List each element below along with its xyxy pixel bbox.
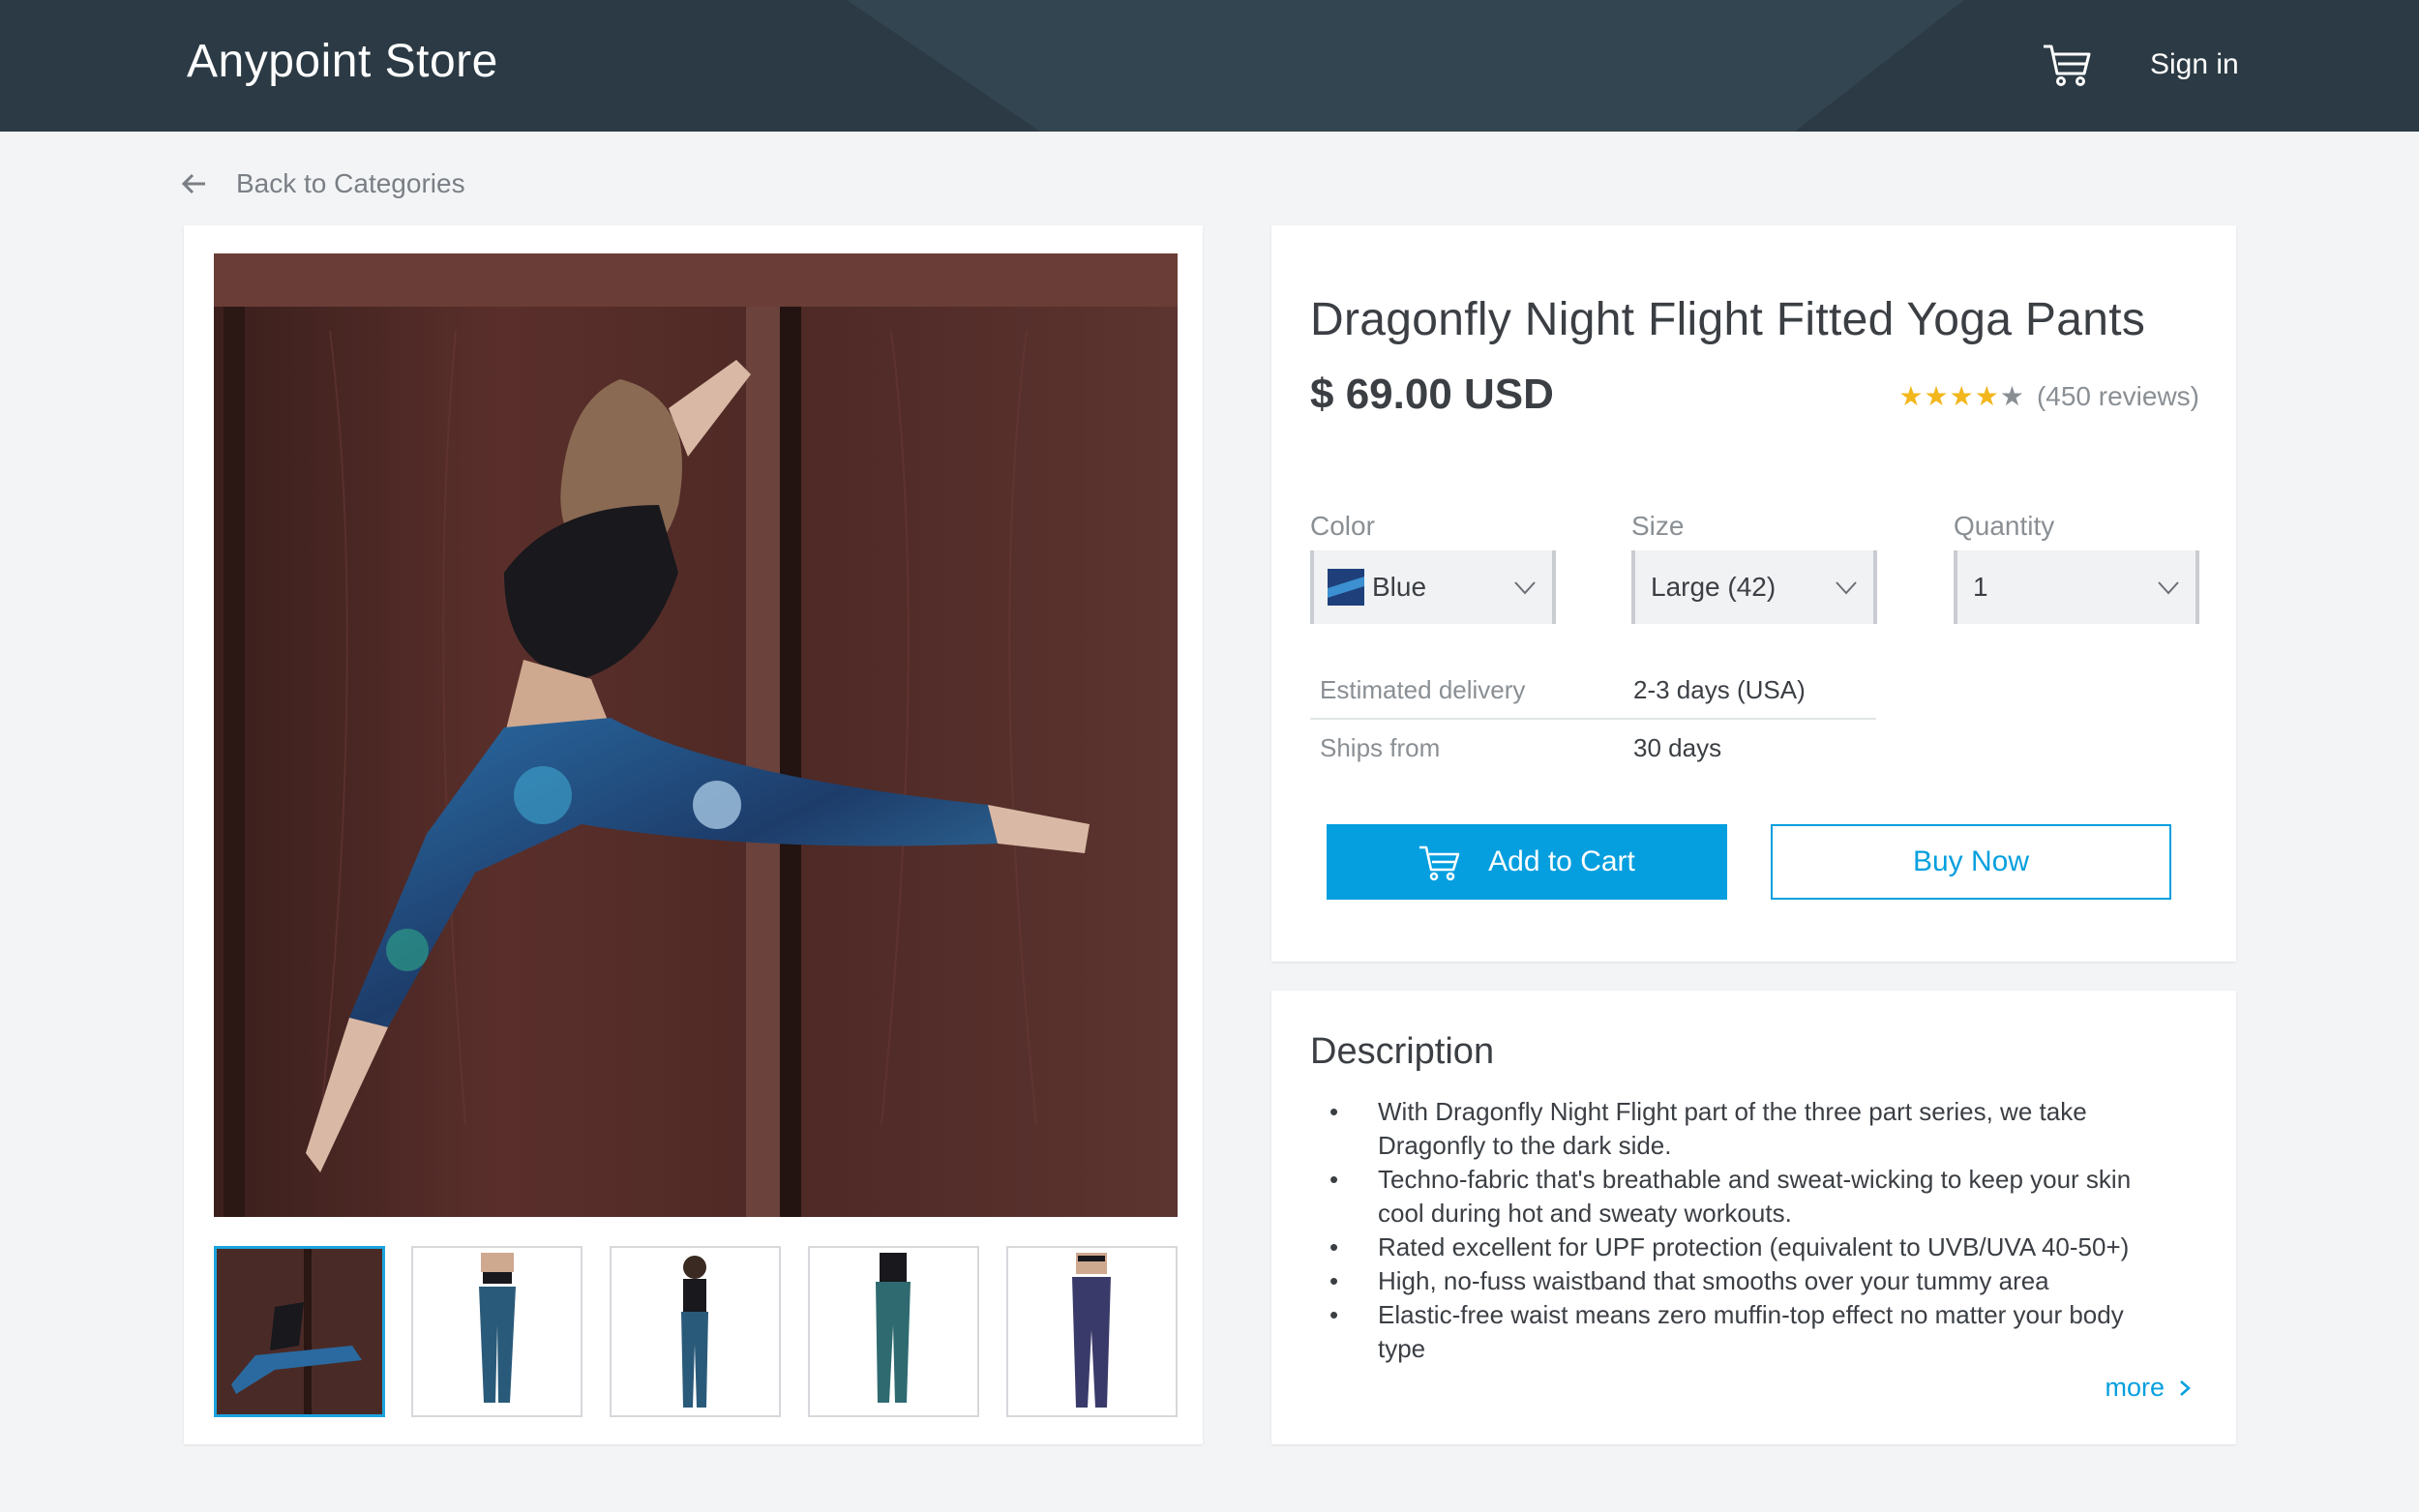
product-gallery xyxy=(184,225,1203,1444)
description-title: Description xyxy=(1310,1031,1495,1072)
thumbnail-1[interactable] xyxy=(214,1246,385,1417)
buy-now-button[interactable]: Buy Now xyxy=(1771,824,2171,900)
product-price: $ 69.00 USD xyxy=(1310,371,1554,418)
size-value: Large (42) xyxy=(1651,572,1777,602)
sign-in-link[interactable]: Sign in xyxy=(2150,48,2239,81)
size-label: Size xyxy=(1631,511,1685,541)
quantity-select[interactable]: 1 xyxy=(1954,550,2199,624)
description-item: Rated excellent for UPF protection (equi… xyxy=(1310,1230,2142,1264)
more-link[interactable]: more xyxy=(2105,1373,2194,1403)
chevron-down-icon xyxy=(1514,581,1536,595)
product-details-card: Dragonfly Night Flight Fitted Yoga Pants… xyxy=(1271,225,2236,962)
color-value: Blue xyxy=(1372,572,1427,602)
ships-value: 30 days xyxy=(1633,732,1722,762)
description-item: Techno-fabric that's breathable and swea… xyxy=(1310,1163,2142,1230)
top-header: Anypoint Store Sign in xyxy=(0,0,2419,132)
delivery-row: Estimated delivery 2-3 days (USA) xyxy=(1310,661,1876,719)
add-to-cart-button[interactable]: Add to Cart xyxy=(1327,824,1727,900)
delivery-value: 2-3 days (USA) xyxy=(1633,674,1806,704)
product-rating[interactable]: ★★★★★ (450 reviews) xyxy=(1898,380,2199,412)
thumbnail-strip xyxy=(214,1246,1178,1417)
color-swatch-icon xyxy=(1328,569,1364,606)
chevron-down-icon xyxy=(2158,581,2179,595)
back-to-categories-link[interactable]: Back to Categories xyxy=(182,164,465,203)
cart-icon xyxy=(1419,845,1460,881)
color-select[interactable]: Blue xyxy=(1310,550,1556,624)
quantity-value: 1 xyxy=(1973,572,1988,602)
description-item: Elastic-free waist means zero muffin-top… xyxy=(1310,1298,2142,1366)
description-list: With Dragonfly Night Flight part of the … xyxy=(1310,1095,2142,1366)
description-card: Description With Dragonfly Night Flight … xyxy=(1271,991,2236,1444)
product-title: Dragonfly Night Flight Fitted Yoga Pants xyxy=(1310,294,2146,345)
thumbnail-4[interactable] xyxy=(808,1246,979,1417)
thumbnail-2[interactable] xyxy=(411,1246,582,1417)
rating-stars: ★★★★★ xyxy=(1898,381,2025,411)
reviews-count: (450 reviews) xyxy=(2036,380,2199,411)
chevron-right-icon xyxy=(2180,1379,2191,1396)
delivery-label: Estimated delivery xyxy=(1320,674,1526,704)
ships-row: Ships from 30 days xyxy=(1310,719,1876,777)
color-label: Color xyxy=(1310,511,1375,541)
arrow-left-icon xyxy=(182,173,205,194)
more-label: more xyxy=(2105,1373,2165,1402)
add-to-cart-label: Add to Cart xyxy=(1488,845,1635,877)
main-product-photo xyxy=(214,253,1178,1217)
quantity-label: Quantity xyxy=(1954,511,2055,541)
size-select[interactable]: Large (42) xyxy=(1631,550,1877,624)
thumbnail-5[interactable] xyxy=(1006,1246,1178,1417)
ships-label: Ships from xyxy=(1320,732,1441,762)
back-label: Back to Categories xyxy=(236,168,465,198)
description-item: With Dragonfly Night Flight part of the … xyxy=(1310,1095,2142,1163)
cart-icon[interactable] xyxy=(2042,39,2092,89)
store-brand[interactable]: Anypoint Store xyxy=(187,35,498,88)
chevron-down-icon xyxy=(1836,581,1857,595)
thumbnail-3[interactable] xyxy=(610,1246,781,1417)
description-item: High, no-fuss waistband that smooths ove… xyxy=(1310,1264,2142,1298)
